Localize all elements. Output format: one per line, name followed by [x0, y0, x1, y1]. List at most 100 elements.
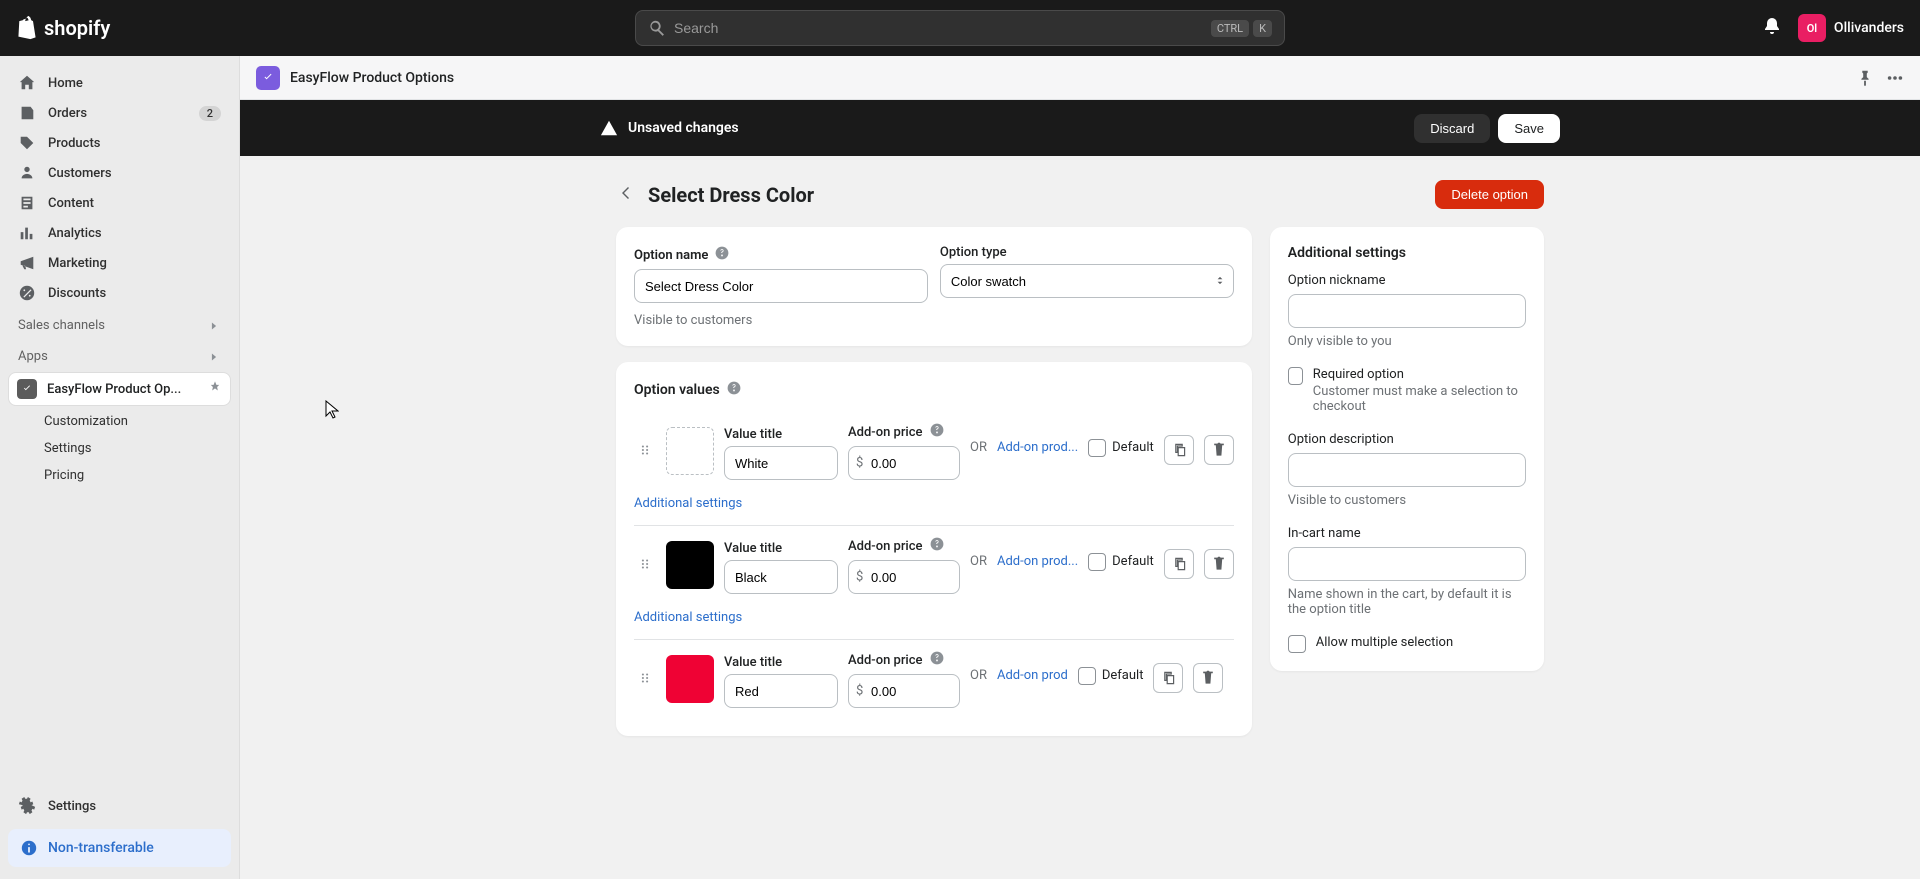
addon-price-label: Add-on price: [848, 653, 923, 668]
addon-price-input[interactable]: [848, 560, 960, 594]
nav-home[interactable]: Home: [8, 68, 231, 98]
default-label: Default: [1112, 440, 1154, 455]
addon-price-input[interactable]: [848, 446, 960, 480]
value-title-input[interactable]: [724, 560, 838, 594]
save-button[interactable]: Save: [1498, 114, 1560, 143]
color-swatch[interactable]: [666, 427, 714, 475]
user-menu[interactable]: Ol Ollivanders: [1798, 14, 1904, 42]
required-label: Required option: [1313, 367, 1526, 382]
back-arrow-icon[interactable]: [616, 183, 636, 207]
help-icon[interactable]: [726, 380, 742, 400]
additional-settings-link[interactable]: Additional settings: [634, 490, 1234, 525]
required-checkbox[interactable]: [1288, 367, 1303, 385]
drag-handle-icon[interactable]: [634, 438, 656, 465]
discard-button[interactable]: Discard: [1414, 114, 1490, 143]
drag-handle-icon[interactable]: [634, 666, 656, 693]
app-icon: [17, 379, 37, 399]
duplicate-button[interactable]: [1164, 549, 1194, 579]
orders-badge: 2: [199, 106, 221, 121]
delete-button[interactable]: [1193, 663, 1223, 693]
pin-icon[interactable]: [208, 380, 222, 398]
color-swatch[interactable]: [666, 541, 714, 589]
sidebar-sub-pricing[interactable]: Pricing: [8, 462, 231, 489]
logo-text: shopify: [44, 16, 110, 40]
app-header-icon: [256, 66, 280, 90]
help-icon[interactable]: [929, 536, 945, 556]
value-title-input[interactable]: [724, 446, 838, 480]
option-type-label: Option type: [940, 245, 1007, 260]
page-title: Select Dress Color: [648, 183, 814, 207]
color-swatch[interactable]: [666, 655, 714, 703]
default-checkbox[interactable]: [1078, 667, 1096, 685]
incart-label: In-cart name: [1288, 526, 1526, 541]
nav-customers[interactable]: Customers: [8, 158, 231, 188]
more-icon[interactable]: [1886, 69, 1904, 87]
help-icon[interactable]: [929, 422, 945, 442]
value-row: Value title Add-on price $ OR Add-on pro…: [634, 412, 1234, 490]
nav-orders[interactable]: Orders2: [8, 98, 231, 128]
section-apps[interactable]: Apps: [8, 339, 231, 370]
drag-handle-icon[interactable]: [634, 552, 656, 579]
kbd-ctrl: CTRL: [1211, 20, 1249, 37]
search-bar[interactable]: CTRL K: [635, 10, 1285, 46]
delete-button[interactable]: [1204, 549, 1234, 579]
nav-marketing[interactable]: Marketing: [8, 248, 231, 278]
section-sales-channels[interactable]: Sales channels: [8, 308, 231, 339]
value-title-input[interactable]: [724, 674, 838, 708]
nickname-input[interactable]: [1288, 294, 1526, 328]
addon-product-link[interactable]: Add-on prod...: [997, 440, 1078, 462]
option-values-heading: Option values: [634, 382, 720, 398]
nav-products[interactable]: Products: [8, 128, 231, 158]
default-checkbox[interactable]: [1088, 553, 1106, 571]
addon-product-link[interactable]: Add-on prod...: [997, 554, 1078, 576]
notifications-icon[interactable]: [1762, 16, 1782, 40]
kbd-k: K: [1253, 20, 1272, 37]
addon-product-link[interactable]: Add-on prod: [997, 668, 1068, 690]
app-header-title: EasyFlow Product Options: [290, 70, 454, 86]
unsaved-text: Unsaved changes: [628, 120, 739, 136]
option-type-select[interactable]: [940, 264, 1234, 298]
card-option-name: Option name Visible to customers Option …: [616, 227, 1252, 346]
sidebar-app-easyflow[interactable]: EasyFlow Product Op...: [8, 372, 231, 406]
duplicate-button[interactable]: [1153, 663, 1183, 693]
value-title-label: Value title: [724, 655, 838, 670]
info-icon: [20, 839, 38, 857]
sidebar-sub-settings[interactable]: Settings: [8, 435, 231, 462]
nav-analytics[interactable]: Analytics: [8, 218, 231, 248]
required-desc: Customer must make a selection to checko…: [1313, 384, 1526, 414]
nav-settings[interactable]: Settings: [8, 791, 231, 821]
default-label: Default: [1102, 668, 1144, 683]
delete-option-button[interactable]: Delete option: [1435, 180, 1544, 209]
allow-multiple-checkbox[interactable]: [1288, 635, 1306, 653]
non-transferable-notice[interactable]: Non-transferable: [8, 829, 231, 867]
nav-discounts[interactable]: Discounts: [8, 278, 231, 308]
additional-settings-link[interactable]: Additional settings: [634, 604, 1234, 639]
option-name-helper: Visible to customers: [634, 313, 928, 328]
addon-price-label: Add-on price: [848, 539, 923, 554]
help-icon[interactable]: [929, 650, 945, 670]
search-input[interactable]: [674, 20, 1203, 36]
nav-content[interactable]: Content: [8, 188, 231, 218]
addon-price-label: Add-on price: [848, 425, 923, 440]
pin-icon[interactable]: [1856, 69, 1874, 87]
description-input[interactable]: [1288, 453, 1526, 487]
duplicate-button[interactable]: [1164, 435, 1194, 465]
nickname-label: Option nickname: [1288, 273, 1526, 288]
or-separator: OR: [970, 554, 987, 576]
user-name: Ollivanders: [1834, 20, 1904, 36]
delete-button[interactable]: [1204, 435, 1234, 465]
sidebar-sub-customization[interactable]: Customization: [8, 408, 231, 435]
incart-input[interactable]: [1288, 547, 1526, 581]
default-checkbox[interactable]: [1088, 439, 1106, 457]
option-name-label: Option name: [634, 248, 708, 263]
additional-settings-heading: Additional settings: [1288, 245, 1406, 261]
option-name-input[interactable]: [634, 269, 928, 303]
addon-price-input[interactable]: [848, 674, 960, 708]
description-helper: Visible to customers: [1288, 493, 1526, 508]
chevron-right-icon: [207, 350, 221, 364]
card-additional-settings: Additional settings Option nickname Only…: [1270, 227, 1544, 671]
incart-helper: Name shown in the cart, by default it is…: [1288, 587, 1526, 617]
value-row: Value title Add-on price $ OR Add-on pro…: [634, 526, 1234, 604]
value-row: Value title Add-on price $ OR Add-on pro…: [634, 640, 1234, 718]
help-icon[interactable]: [714, 245, 730, 265]
